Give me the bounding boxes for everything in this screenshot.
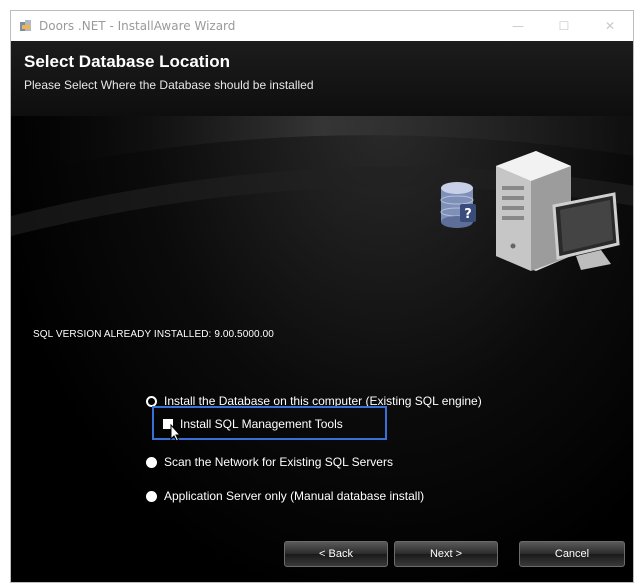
maximize-button[interactable]: ☐ [541,11,587,41]
wizard-window: Doors .NET - InstallAware Wizard — ☐ ✕ S… [10,10,634,583]
page-title: Select Database Location [24,52,230,71]
sql-version-label: SQL VERSION ALREADY INSTALLED: 9.00.5000… [33,329,274,340]
window-controls: — ☐ ✕ [495,11,633,41]
back-button[interactable]: < Back [284,541,388,567]
app-server-label: Application Server only (Manual database… [164,489,425,503]
next-button[interactable]: Next > [394,541,498,567]
window-title: Doors .NET - InstallAware Wizard [39,19,236,33]
wizard-content: ? SQL VERSION ALREADY INSTALLED: 9.00.50… [11,116,633,582]
install-tools-option[interactable]: Install SQL Management Tools [163,417,343,431]
svg-text:?: ? [464,207,472,222]
install-tools-label: Install SQL Management Tools [180,417,343,431]
database-question-icon: ? [440,182,476,228]
mouse-cursor-icon [170,424,182,442]
scan-network-option[interactable]: Scan the Network for Existing SQL Server… [146,455,393,469]
installaware-icon [19,19,33,33]
minimize-button[interactable]: — [495,11,541,41]
title-bar: Doors .NET - InstallAware Wizard — ☐ ✕ [11,11,633,41]
cancel-button[interactable]: Cancel [519,541,625,567]
database-server-illustration: ? [440,151,620,271]
wizard-header: Select Database Location Please Select W… [11,41,633,116]
install-local-radio[interactable] [146,395,157,407]
page-subtitle: Please Select Where the Database should … [24,78,314,92]
scan-network-label: Scan the Network for Existing SQL Server… [164,455,393,469]
close-button[interactable]: ✕ [587,11,633,41]
scan-network-radio[interactable] [146,456,157,468]
app-server-radio[interactable] [146,490,157,502]
app-server-option[interactable]: Application Server only (Manual database… [146,489,424,503]
